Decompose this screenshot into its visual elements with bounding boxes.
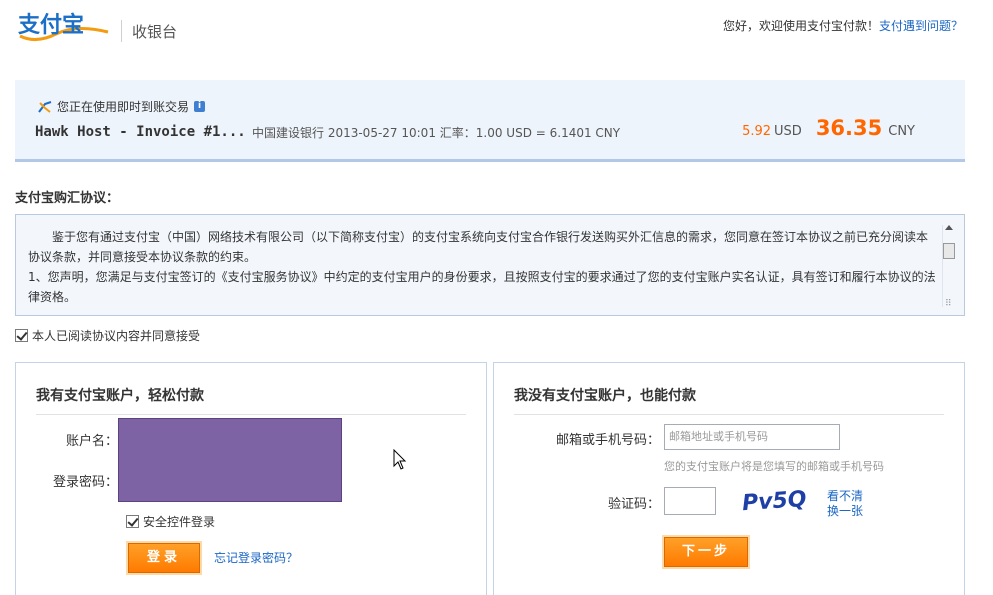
trade-type: 您正在使用即时到账交易 i <box>37 98 206 115</box>
cashier-label: 收银台 <box>132 23 178 41</box>
login-panel: 我有支付宝账户，轻松付款 账户名： 登录密码： 安全控件登录 登录 忘记登录密码… <box>15 362 487 595</box>
next-step-button[interactable]: 下一步 <box>664 537 748 567</box>
agreement-paragraph: 1、您声明，您满足与支付宝签订的《支付宝服务协议》中约定的支付宝用户的身份要求，… <box>28 270 936 304</box>
cny-unit: CNY <box>888 124 915 139</box>
help-link[interactable]: 支付遇到问题？ <box>879 19 963 33</box>
accept-agreement-checkbox[interactable]: 本人已阅读协议内容并同意接受 <box>15 327 200 344</box>
captcha-image: Pv5Q <box>741 487 807 515</box>
refresh-captcha-link[interactable]: 看不清 换一张 <box>827 489 863 519</box>
guest-panel: 我没有支付宝账户，也能付款 邮箱或手机号码： 邮箱地址或手机号码 您的支付宝账户… <box>493 362 965 595</box>
checkbox-checked-icon[interactable] <box>126 515 139 528</box>
scroll-thumb[interactable] <box>943 243 955 259</box>
resize-grip-icon[interactable]: ⠿ <box>945 299 955 309</box>
mouse-cursor-icon <box>393 449 407 470</box>
alipay-logo[interactable]: 支付宝 <box>16 10 112 44</box>
refresh-line-1[interactable]: 看不清 <box>827 489 863 504</box>
security-control-checkbox[interactable]: 安全控件登录 <box>126 513 215 530</box>
email-phone-input[interactable]: 邮箱地址或手机号码 <box>664 424 840 450</box>
welcome-message: 您好，欢迎使用支付宝付款！支付遇到问题？ <box>723 17 963 34</box>
logo-text: 支付宝 <box>18 12 84 38</box>
trade-info-panel: 您正在使用即时到账交易 i Hawk Host - Invoice #1... … <box>15 80 965 162</box>
agreement-title: 支付宝购汇协议： <box>15 191 120 206</box>
welcome-text: 您好，欢迎使用支付宝付款！ <box>722 19 879 33</box>
cny-amount: 36.35 <box>815 116 883 140</box>
security-control-label: 安全控件登录 <box>143 515 216 529</box>
scroll-up-icon[interactable] <box>945 225 953 230</box>
usd-unit: USD <box>774 124 802 139</box>
divider <box>514 414 944 415</box>
email-hint: 您的支付宝账户将是您填写的邮箱或手机号码 <box>664 460 884 473</box>
redacted-credentials[interactable] <box>118 418 342 502</box>
password-label: 登录密码： <box>52 475 118 490</box>
usd-amount: 5.92 <box>742 124 772 139</box>
trade-amount: 5.92 USD 36.35 CNY <box>742 116 915 140</box>
transfer-icon <box>38 100 52 113</box>
captcha-text: Pv5Q <box>741 487 807 515</box>
agreement-textarea[interactable]: 鉴于您有通过支付宝（中国）网络技术有限公司（以下简称支付宝）的支付宝系统向支付宝… <box>15 214 965 316</box>
forgot-password-link[interactable]: 忘记登录密码？ <box>214 549 298 566</box>
trade-type-text: 您正在使用即时到账交易 <box>57 100 190 114</box>
checkbox-checked-icon[interactable] <box>15 329 28 342</box>
captcha-input[interactable] <box>664 487 716 515</box>
info-icon[interactable]: i <box>194 101 206 112</box>
agreement-scrollbar[interactable] <box>942 225 956 307</box>
logo-separator <box>121 20 122 42</box>
header: 支付宝 收银台 您好，欢迎使用支付宝付款！支付遇到问题？ <box>0 0 993 70</box>
guest-panel-title: 我没有支付宝账户，也能付款 <box>514 388 696 404</box>
agreement-paragraph: 鉴于您有通过支付宝（中国）网络技术有限公司（以下简称支付宝）的支付宝系统向支付宝… <box>28 230 929 264</box>
email-label: 邮箱或手机号码： <box>555 433 660 448</box>
divider <box>36 414 466 415</box>
accept-agreement-label: 本人已阅读协议内容并同意接受 <box>32 329 201 343</box>
login-panel-title: 我有支付宝账户，轻松付款 <box>36 388 204 404</box>
refresh-line-2[interactable]: 换一张 <box>827 504 863 519</box>
account-label: 账户名： <box>65 434 118 449</box>
agreement-text: 鉴于您有通过支付宝（中国）网络技术有限公司（以下简称支付宝）的支付宝系统向支付宝… <box>28 227 938 307</box>
login-button[interactable]: 登录 <box>128 543 200 573</box>
trade-title: Hawk Host - Invoice #1... <box>35 124 246 140</box>
captcha-label: 验证码： <box>607 497 660 512</box>
trade-meta: 中国建设银行 2013-05-27 10:01 汇率：1.00 USD = 6.… <box>252 126 621 140</box>
